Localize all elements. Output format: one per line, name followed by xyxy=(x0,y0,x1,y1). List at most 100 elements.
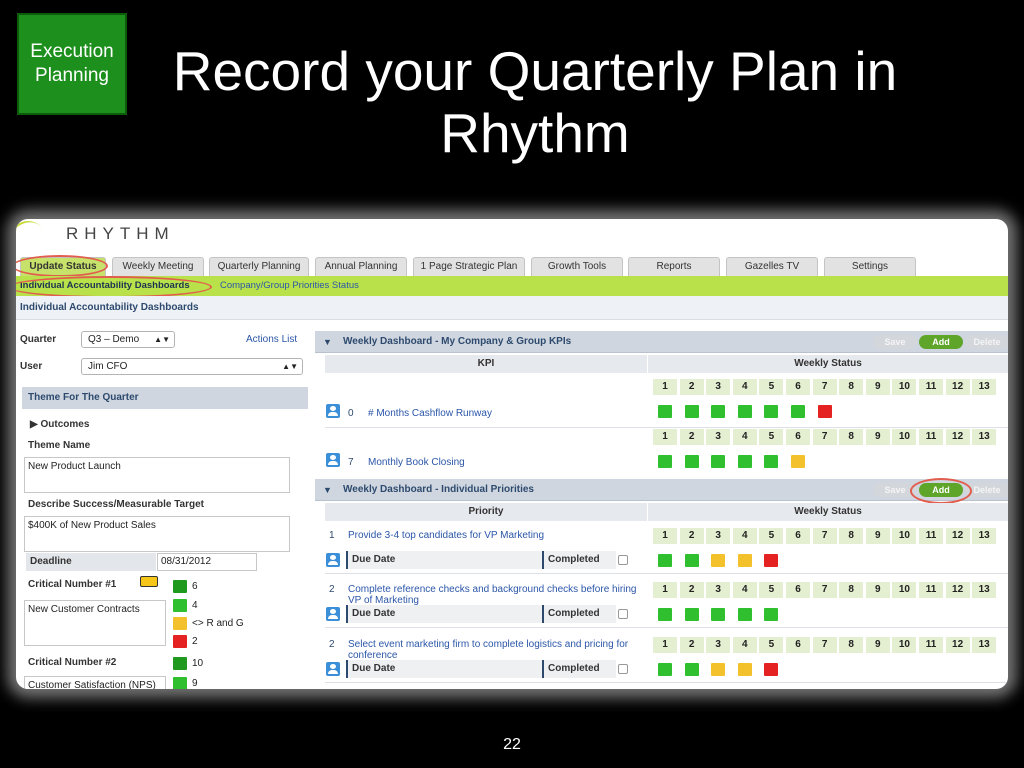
priorities-dashboard-header: ▼ Weekly Dashboard - Individual Prioriti… xyxy=(315,479,1008,501)
level-green xyxy=(173,677,187,689)
quarter-value: Q3 – Demo xyxy=(88,334,140,345)
priority-week-number: 9 xyxy=(865,528,890,544)
subnav-company-priorities[interactable]: Company/Group Priorities Status xyxy=(220,276,359,296)
kpi-row-name[interactable]: Monthly Book Closing xyxy=(368,457,465,468)
priority-week-number: 7 xyxy=(812,528,837,544)
outcomes-toggle[interactable]: ▶ Outcomes xyxy=(30,419,89,430)
due-date-label: Due Date xyxy=(346,605,542,623)
priority-week-number: 6 xyxy=(786,637,810,653)
priority-row-name[interactable]: Complete reference checks and background… xyxy=(348,584,638,606)
user-select[interactable]: Jim CFO ▲▼ xyxy=(81,358,303,375)
priority-week-number: 7 xyxy=(812,582,837,598)
kpi-owner-person-icon[interactable] xyxy=(326,404,340,418)
status-red-swatch[interactable] xyxy=(764,663,779,676)
kpi-column-header: KPI xyxy=(325,355,647,373)
priority-row-name[interactable]: Provide 3-4 top candidates for VP Market… xyxy=(348,530,638,541)
theme-panel-header: Theme For The Quarter xyxy=(22,387,308,409)
kpi-save-button[interactable]: Save xyxy=(873,335,917,349)
status-green-swatch[interactable] xyxy=(684,554,699,567)
completed-label: Completed xyxy=(542,551,616,569)
status-red-swatch[interactable] xyxy=(764,554,779,567)
kpi-week-number: 10 xyxy=(892,379,917,395)
tab-growth-tools[interactable]: Growth Tools xyxy=(531,257,623,276)
priority-week-number: 10 xyxy=(892,528,917,544)
kpi-row-name[interactable]: # Months Cashflow Runway xyxy=(368,408,492,419)
status-yellow-swatch[interactable] xyxy=(737,554,752,567)
status-green-swatch[interactable] xyxy=(711,455,726,468)
main-tabs: Update Status Weekly Meeting Quarterly P… xyxy=(16,257,1008,276)
priority-week-number: 1 xyxy=(653,582,677,598)
actions-list-link[interactable]: Actions List xyxy=(246,334,297,345)
critical-number-2-field[interactable]: Customer Satisfaction (NPS) xyxy=(24,676,166,689)
priority-week-number: 3 xyxy=(706,637,731,653)
completed-label: Completed xyxy=(542,660,616,678)
priority-week-number: 12 xyxy=(945,528,970,544)
tab-annual-planning[interactable]: Annual Planning xyxy=(315,257,407,276)
tab-weekly-meeting[interactable]: Weekly Meeting xyxy=(112,257,204,276)
priority-owner-person-icon[interactable] xyxy=(326,607,340,621)
tab-settings[interactable]: Settings xyxy=(824,257,916,276)
kpi-week-number: 3 xyxy=(706,429,731,445)
theme-name-field[interactable]: New Product Launch xyxy=(24,457,290,493)
completed-checkbox[interactable] xyxy=(618,555,628,565)
status-yellow-swatch[interactable] xyxy=(711,554,726,567)
completed-checkbox[interactable] xyxy=(618,609,628,619)
kpi-add-button[interactable]: Add xyxy=(919,335,963,349)
quarter-select[interactable]: Q3 – Demo ▲▼ xyxy=(81,331,175,348)
collapse-triangle-icon[interactable]: ▼ xyxy=(323,479,332,501)
deadline-field[interactable]: 08/31/2012 xyxy=(157,553,257,571)
priority-week-number: 12 xyxy=(945,582,970,598)
status-green-swatch[interactable] xyxy=(658,554,672,567)
target-field[interactable]: $400K of New Product Sales xyxy=(24,516,290,552)
priority-row-name[interactable]: Select event marketing firm to complete … xyxy=(348,639,638,661)
status-green-swatch[interactable] xyxy=(711,608,726,621)
quarter-label: Quarter xyxy=(20,334,57,345)
status-green-swatch[interactable] xyxy=(737,405,752,418)
tab-reports[interactable]: Reports xyxy=(628,257,720,276)
status-green-swatch[interactable] xyxy=(658,608,672,621)
priority-week-number: 10 xyxy=(892,582,917,598)
user-value: Jim CFO xyxy=(88,361,128,372)
status-green-swatch[interactable] xyxy=(764,405,779,418)
status-green-swatch[interactable] xyxy=(684,663,699,676)
cn1-level-green: 4 xyxy=(192,600,198,611)
kpi-week-number: 7 xyxy=(812,429,837,445)
completed-checkbox[interactable] xyxy=(618,664,628,674)
status-green-swatch[interactable] xyxy=(764,608,779,621)
status-yellow-swatch[interactable] xyxy=(737,663,752,676)
status-green-swatch[interactable] xyxy=(737,455,752,468)
critical-number-1-field[interactable]: New Customer Contracts xyxy=(24,600,166,646)
weekly-status-column-header: Weekly Status xyxy=(648,355,1008,373)
kpi-week-number: 13 xyxy=(972,429,997,445)
add-button-highlight-ring xyxy=(910,478,972,504)
status-green-swatch[interactable] xyxy=(658,455,672,468)
priority-owner-person-icon[interactable] xyxy=(326,662,340,676)
status-green-swatch[interactable] xyxy=(791,405,805,418)
status-green-swatch[interactable] xyxy=(764,455,779,468)
kpi-delete-button[interactable]: Delete xyxy=(965,335,1008,349)
priority-week-number: 11 xyxy=(919,582,943,598)
cn2-level-next: 9 xyxy=(192,678,198,689)
status-green-swatch[interactable] xyxy=(684,405,699,418)
tab-gazelles-tv[interactable]: Gazelles TV xyxy=(726,257,818,276)
tab-1-page-strategic-plan[interactable]: 1 Page Strategic Plan xyxy=(413,257,525,276)
cn1-level-super-green: 6 xyxy=(192,581,198,592)
status-green-swatch[interactable] xyxy=(737,608,752,621)
status-red-swatch[interactable] xyxy=(817,405,832,418)
kpi-owner-person-icon[interactable] xyxy=(326,453,340,467)
priority-week-number: 5 xyxy=(759,582,784,598)
status-green-swatch[interactable] xyxy=(658,405,672,418)
status-green-swatch[interactable] xyxy=(684,455,699,468)
status-green-swatch[interactable] xyxy=(711,405,726,418)
status-yellow-swatch[interactable] xyxy=(711,663,726,676)
section-title: Individual Accountability Dashboards xyxy=(16,296,1008,320)
priority-week-number: 3 xyxy=(706,582,731,598)
status-green-swatch[interactable] xyxy=(658,663,672,676)
status-yellow-swatch[interactable] xyxy=(791,455,805,468)
priority-owner-person-icon[interactable] xyxy=(326,553,340,567)
status-green-swatch[interactable] xyxy=(684,608,699,621)
priority-week-number: 6 xyxy=(786,582,810,598)
collapse-triangle-icon[interactable]: ▼ xyxy=(323,331,332,353)
tab-quarterly-planning[interactable]: Quarterly Planning xyxy=(209,257,309,276)
edit-critical-number-icon[interactable] xyxy=(140,576,158,587)
